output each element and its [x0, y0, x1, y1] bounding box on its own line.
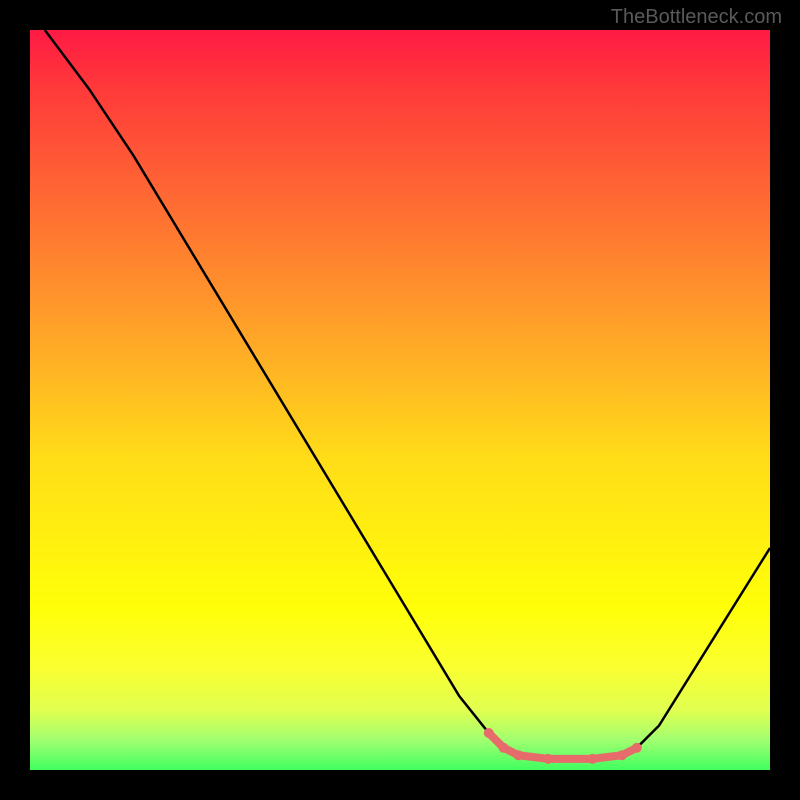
highlight-dot	[617, 750, 627, 760]
main-curve	[45, 30, 770, 759]
highlight-dot	[587, 754, 597, 764]
highlight-dot	[543, 754, 553, 764]
chart-plot-area	[30, 30, 770, 770]
highlight-dot	[513, 750, 523, 760]
highlight-dot	[632, 743, 642, 753]
attribution-text: TheBottleneck.com	[611, 6, 782, 29]
optimal-range-highlight	[489, 733, 637, 759]
chart-svg	[30, 30, 770, 770]
highlight-dot	[484, 728, 494, 738]
highlight-dot	[499, 743, 509, 753]
